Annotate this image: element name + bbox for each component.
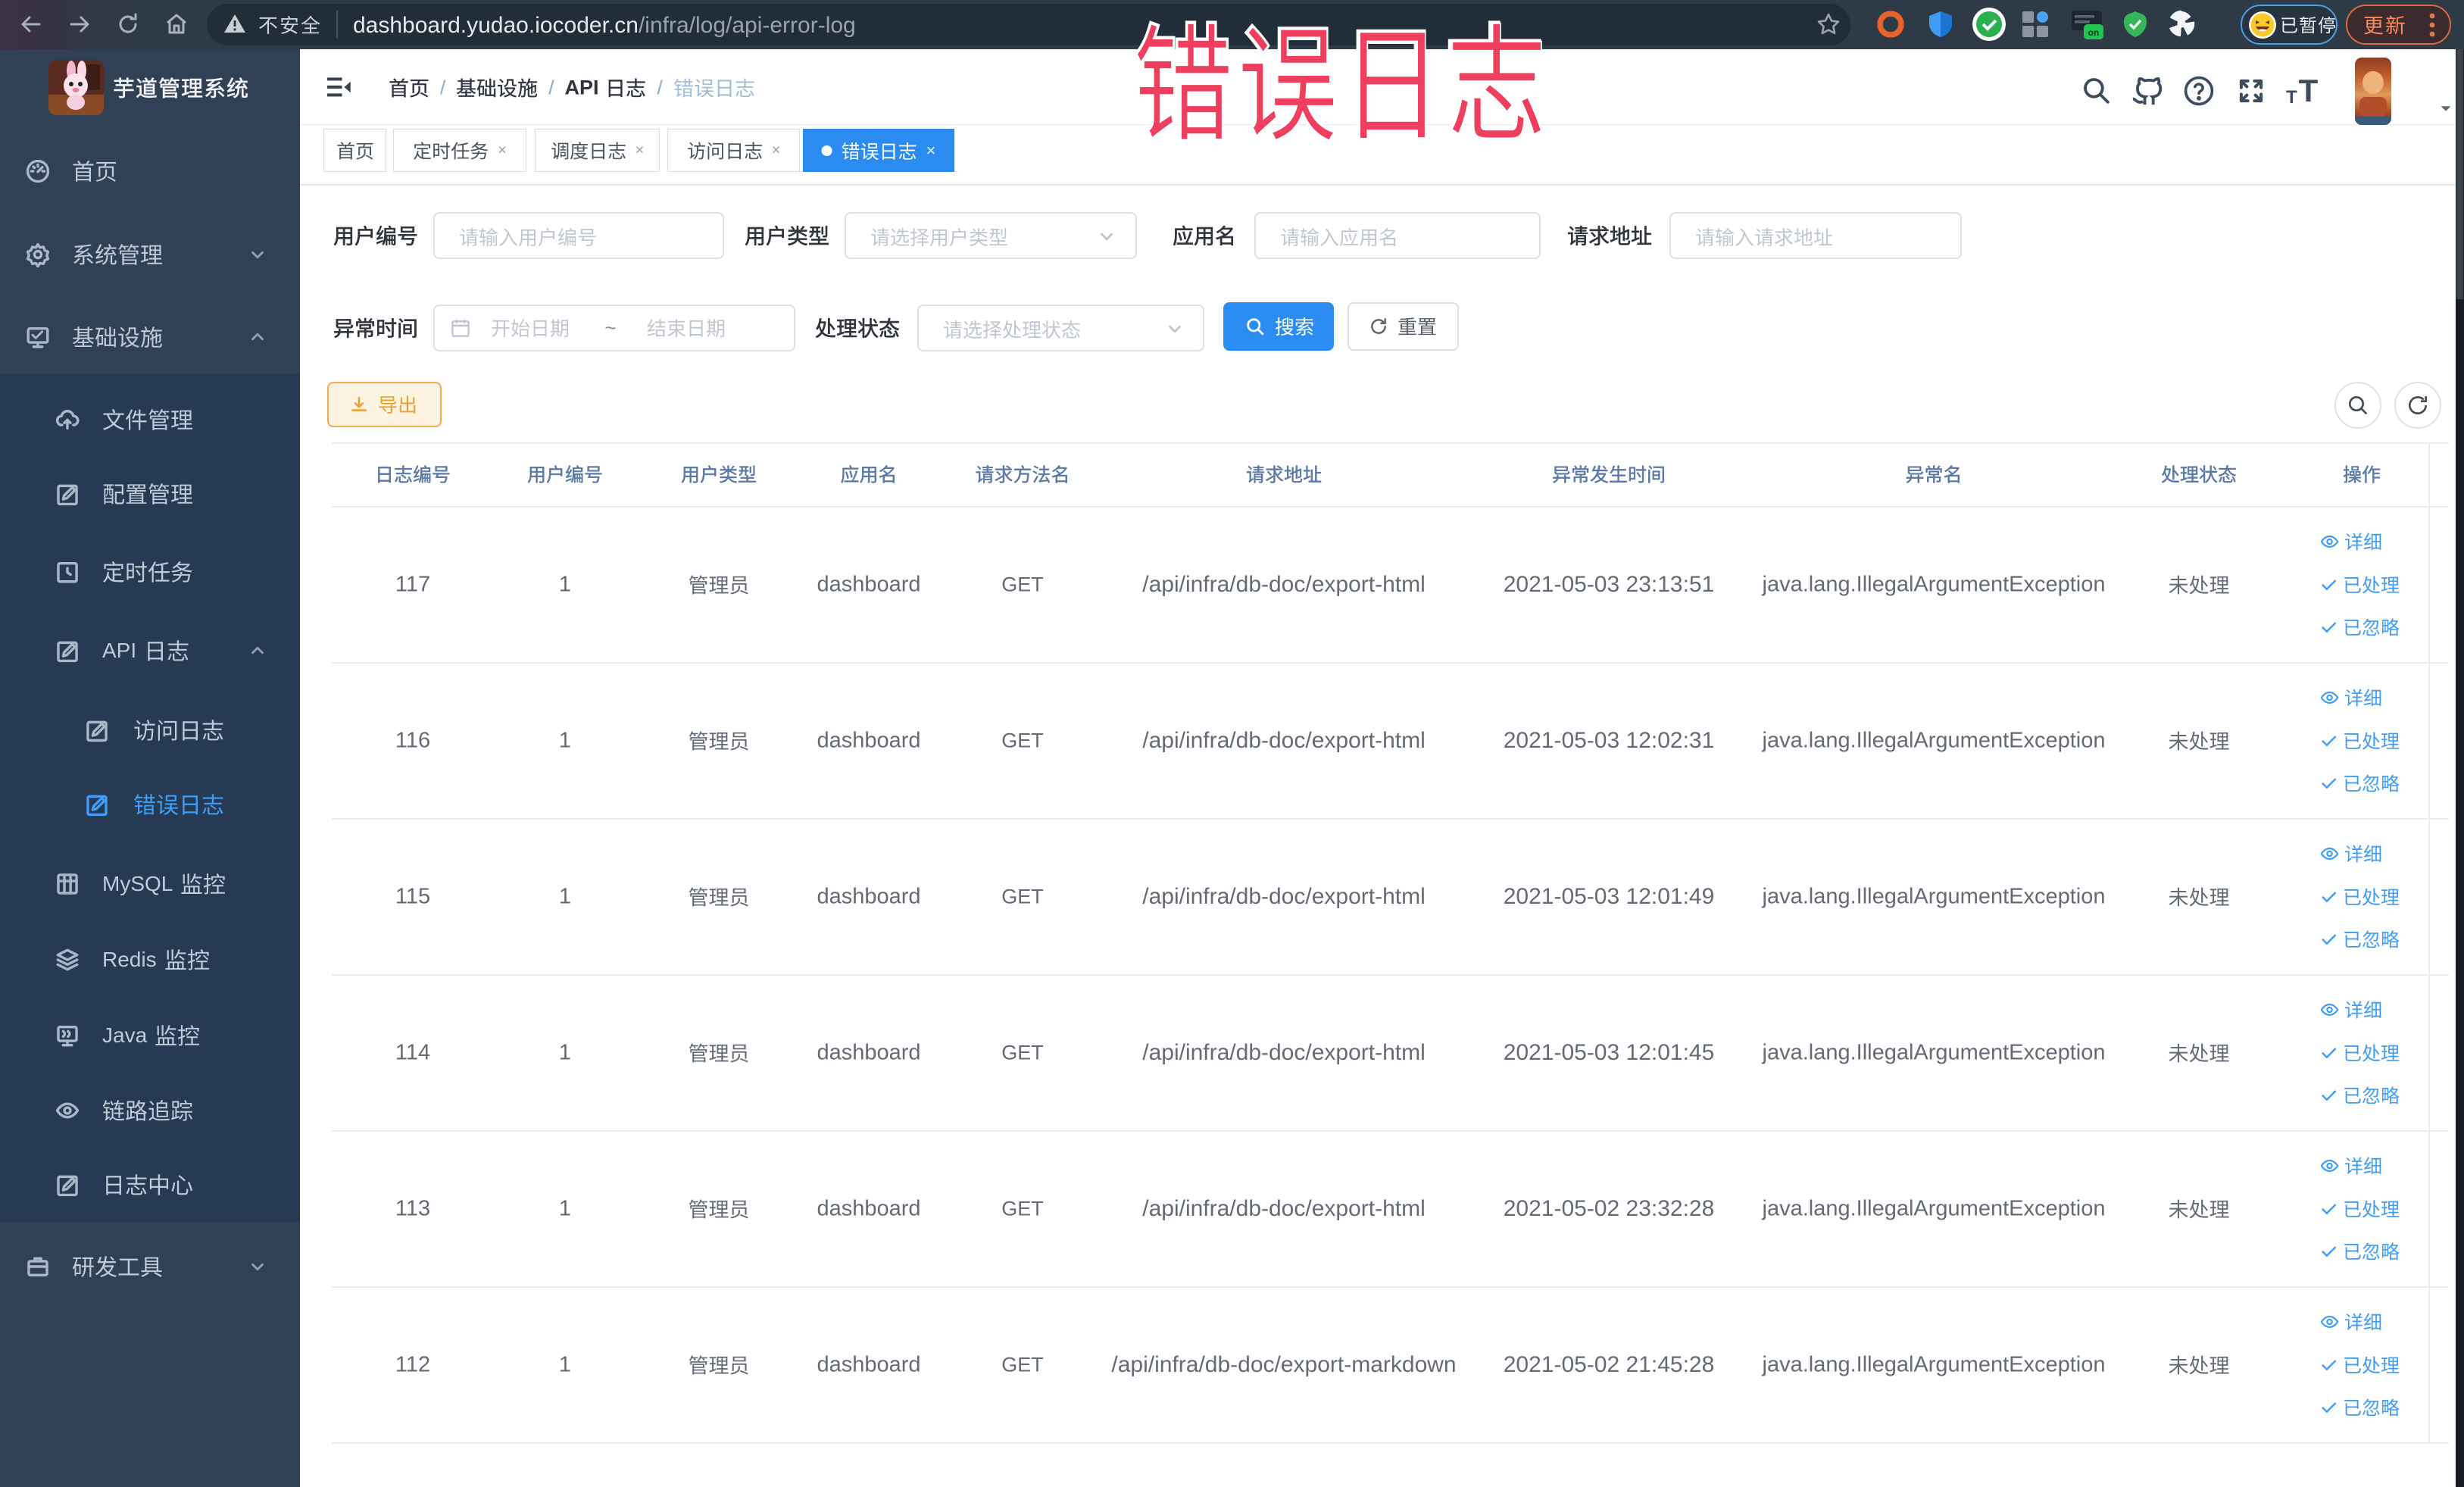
svg-text:on: on (2088, 27, 2100, 38)
